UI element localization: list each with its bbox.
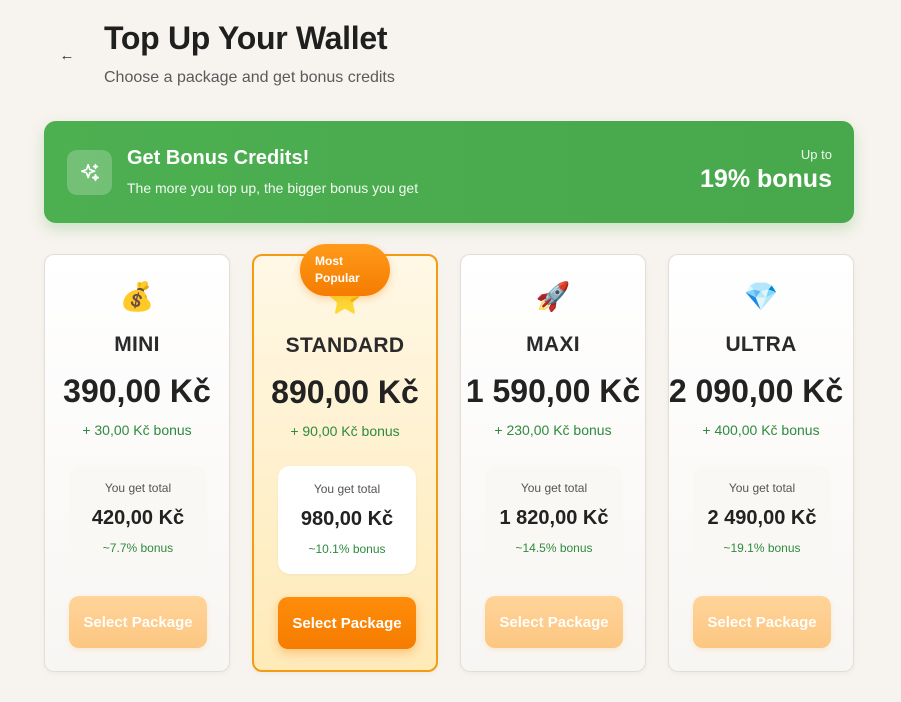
package-name: MAXI [526, 333, 580, 356]
bonus-percent: ~7.7% bonus [102, 541, 174, 555]
bonus-banner: Get Bonus Credits! The more you top up, … [44, 121, 854, 223]
package-price: 890,00 Kč [271, 374, 419, 410]
total-amount: 980,00 Kč [300, 508, 394, 530]
back-button[interactable]: ← [56, 44, 78, 66]
total-amount: 420,00 Kč [91, 507, 185, 529]
money-bag-icon: 💰 [119, 281, 155, 312]
select-package-button[interactable]: Select Package [69, 596, 207, 648]
package-card-ultra[interactable]: 💎 ULTRA 2 090,00 Kč + 400,00 Kč bonus Yo… [668, 254, 854, 672]
rocket-icon: 🚀 [535, 281, 571, 312]
banner-title: Get Bonus Credits! [127, 147, 310, 169]
bonus-percent: ~10.1% bonus [308, 542, 386, 556]
select-package-button[interactable]: Select Package [278, 597, 416, 649]
total-amount: 1 820,00 Kč [499, 507, 609, 529]
select-package-button[interactable]: Select Package [485, 596, 623, 648]
package-price: 390,00 Kč [63, 373, 211, 409]
package-bonus: + 90,00 Kč bonus [290, 423, 400, 439]
total-box: You get total 980,00 Kč ~10.1% bonus [278, 466, 416, 574]
package-card-maxi[interactable]: 🚀 MAXI 1 590,00 Kč + 230,00 Kč bonus You… [460, 254, 646, 672]
total-label: You get total [104, 481, 172, 495]
package-name: ULTRA [725, 333, 797, 356]
total-box: You get total 1 820,00 Kč ~14.5% bonus [485, 465, 623, 573]
banner-upto-label: Up to [800, 147, 832, 162]
package-name: STANDARD [285, 334, 405, 357]
sparkles-icon [67, 150, 112, 195]
bonus-percent: ~19.1% bonus [723, 541, 801, 555]
diamond-icon: 💎 [743, 281, 779, 312]
banner-max-bonus: 19% bonus [700, 165, 832, 193]
banner-description: The more you top up, the bigger bonus yo… [127, 180, 419, 196]
total-label: You get total [728, 481, 796, 495]
total-box: You get total 420,00 Kč ~7.7% bonus [69, 465, 207, 573]
package-bonus: + 30,00 Kč bonus [82, 422, 192, 438]
package-name: MINI [114, 333, 160, 356]
total-box: You get total 2 490,00 Kč ~19.1% bonus [693, 465, 831, 573]
bonus-percent: ~14.5% bonus [515, 541, 593, 555]
package-price: 1 590,00 Kč [465, 373, 641, 409]
package-card-standard[interactable]: ⭐ Most Popular STANDARD 890,00 Kč + 90,0… [252, 244, 438, 672]
total-label: You get total [520, 481, 588, 495]
package-bonus: + 230,00 Kč bonus [494, 422, 612, 438]
select-package-button[interactable]: Select Package [693, 596, 831, 648]
package-bonus: + 400,00 Kč bonus [702, 422, 820, 438]
page-title: Top Up Your Wallet [104, 20, 388, 56]
package-card-mini[interactable]: 💰 MINI 390,00 Kč + 30,00 Kč bonus You ge… [44, 254, 230, 672]
page-subtitle: Choose a package and get bonus credits [104, 69, 395, 86]
arrow-left-icon: ← [59, 46, 75, 64]
package-price: 2 090,00 Kč [668, 373, 844, 409]
total-amount: 2 490,00 Kč [707, 507, 817, 529]
total-label: You get total [313, 482, 381, 496]
most-popular-badge: Most Popular [300, 244, 390, 296]
